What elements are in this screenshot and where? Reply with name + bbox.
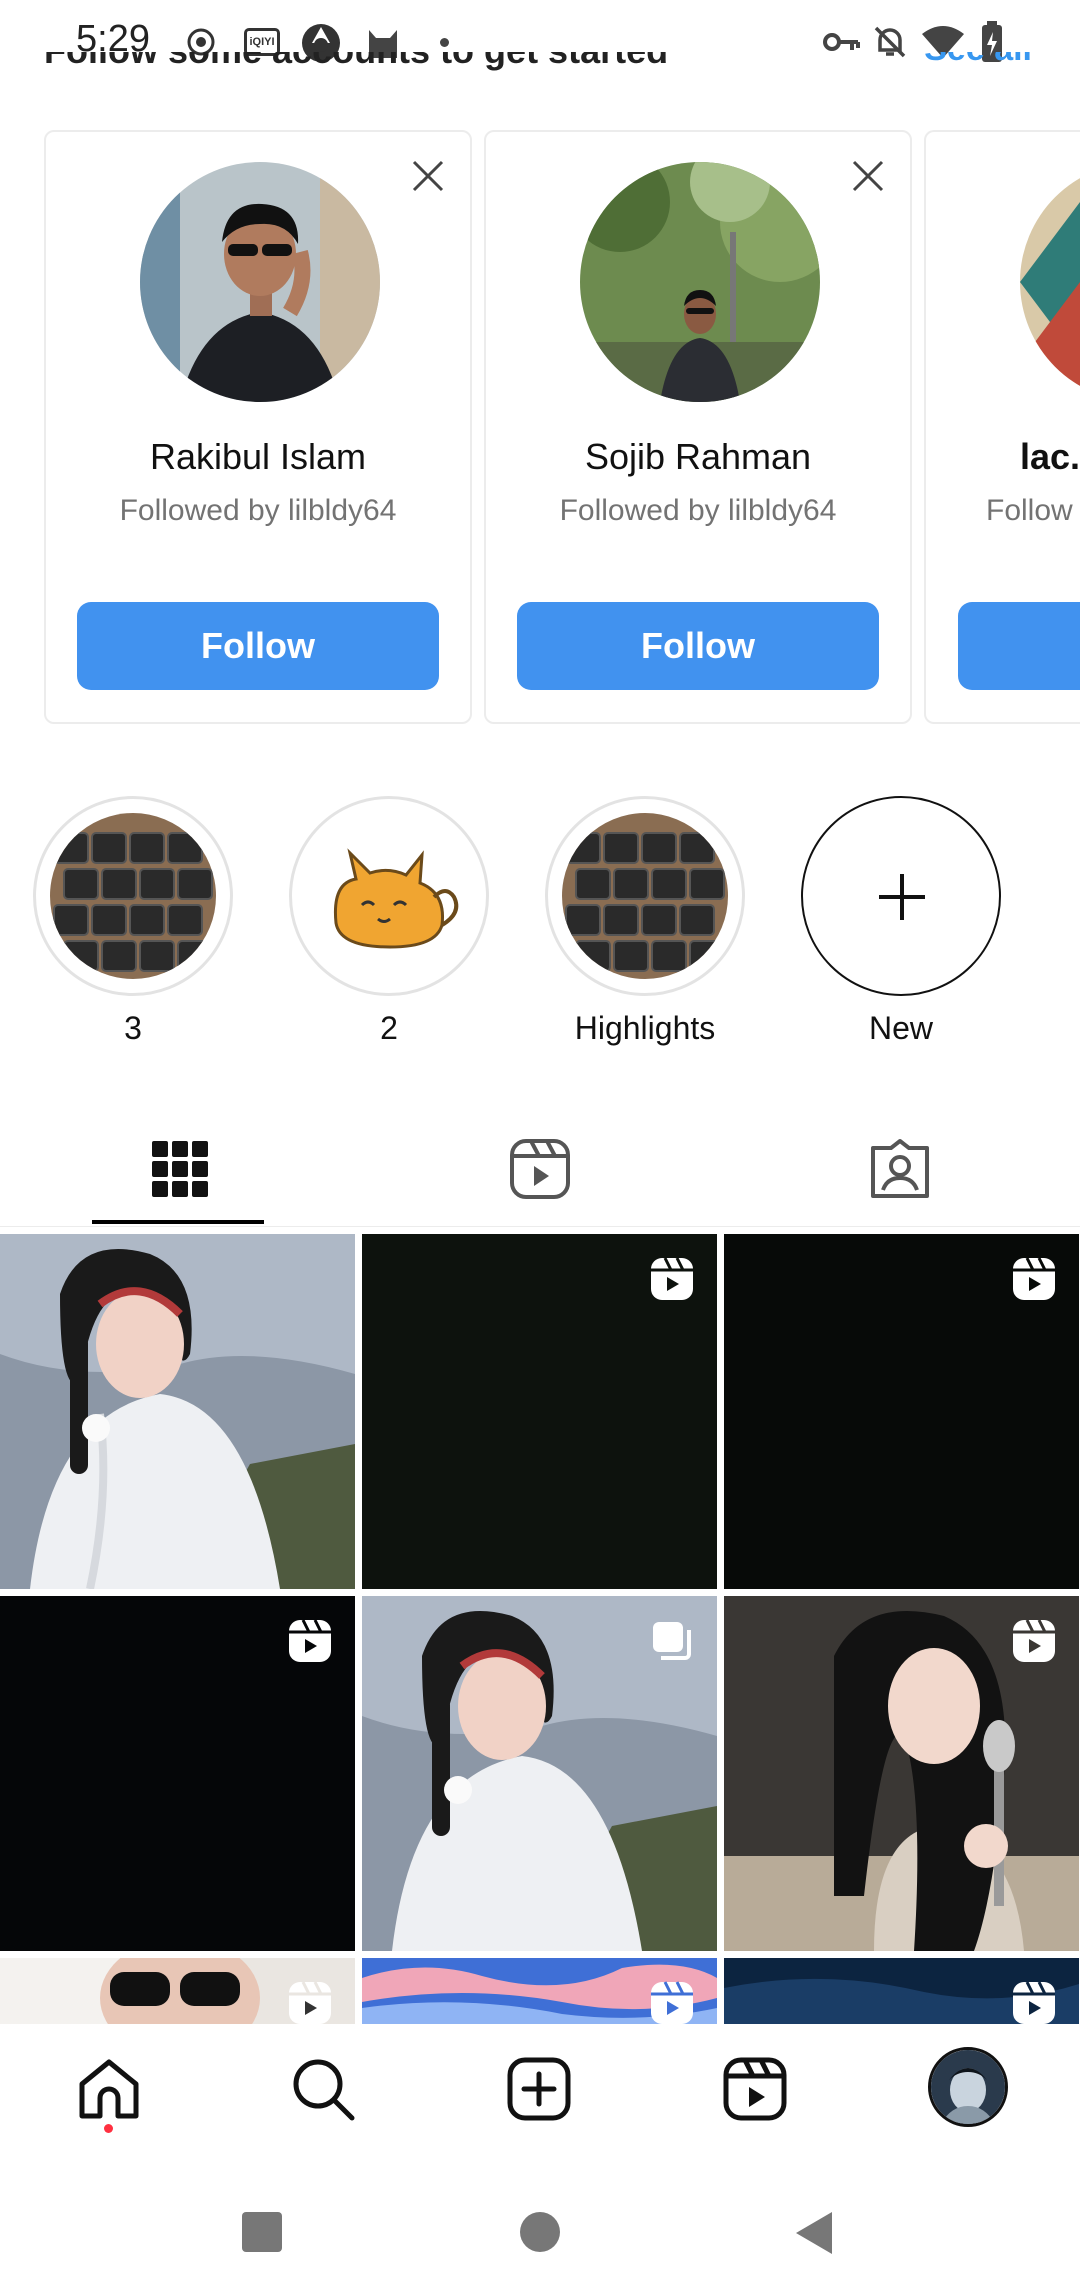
nav-reels[interactable] bbox=[710, 2044, 800, 2134]
nav-profile[interactable] bbox=[925, 2044, 1011, 2130]
post-tile[interactable] bbox=[362, 1596, 717, 1951]
divider bbox=[0, 1226, 1080, 1227]
post-tile[interactable] bbox=[724, 1596, 1079, 1951]
nav-search[interactable] bbox=[278, 2044, 368, 2134]
profile-avatar bbox=[928, 2047, 1008, 2127]
post-tile[interactable] bbox=[724, 1234, 1079, 1589]
tagged-icon bbox=[871, 1139, 929, 1198]
highlight-ring bbox=[289, 796, 489, 996]
home-icon bbox=[79, 2059, 139, 2119]
card-name: Rakibul Islam bbox=[149, 436, 367, 477]
highlight-cover bbox=[562, 813, 728, 979]
close-icon[interactable] bbox=[406, 154, 450, 198]
suggestions-title: Follow some accounts to get started bbox=[44, 52, 668, 72]
nav-home[interactable] bbox=[64, 2044, 154, 2134]
search-icon bbox=[293, 2059, 355, 2121]
follow-button[interactable]: Follow bbox=[77, 602, 439, 690]
highlight-label: 2 bbox=[380, 1010, 398, 1046]
post-tile[interactable] bbox=[362, 1958, 717, 2024]
highlight-cover bbox=[306, 813, 472, 979]
highlight-label: Highlights bbox=[574, 1010, 716, 1046]
highlight-item[interactable]: 2 bbox=[287, 796, 491, 1047]
highlight-label: New bbox=[868, 1010, 933, 1046]
follow-button[interactable]: Follow bbox=[517, 602, 879, 690]
grid-icon bbox=[152, 1141, 208, 1197]
dot-icon bbox=[440, 38, 449, 47]
highlight-label: 3 bbox=[124, 1010, 142, 1046]
new-highlight-button[interactable]: New bbox=[799, 796, 1003, 1047]
close-icon[interactable] bbox=[846, 154, 890, 198]
create-icon bbox=[507, 2057, 571, 2121]
profile-tabs bbox=[0, 1110, 1080, 1228]
highlight-item[interactable]: 3 bbox=[31, 796, 235, 1047]
card-subtitle: Followed by lilbldy64 bbox=[559, 494, 837, 527]
highlight-item[interactable]: Highlights bbox=[543, 796, 747, 1047]
see-all-link[interactable]: See all bbox=[924, 52, 1032, 69]
reel-icon bbox=[289, 1619, 331, 1662]
tab-grid[interactable] bbox=[0, 1110, 360, 1228]
card-subtitle: Followed by lilbldy64 bbox=[119, 494, 397, 527]
card-subtitle: Follow bbox=[986, 494, 1073, 527]
suggestion-card: Sojib Rahman Followed by lilbldy64 Follo… bbox=[484, 130, 912, 724]
suggestions-header: Follow some accounts to get started See … bbox=[44, 52, 1044, 92]
plus-icon bbox=[879, 874, 925, 920]
carousel-icon bbox=[653, 1622, 691, 1660]
reels-icon bbox=[723, 2057, 787, 2121]
post-tile[interactable] bbox=[362, 1234, 717, 1589]
post-tile[interactable] bbox=[0, 1234, 355, 1589]
tab-tagged[interactable] bbox=[720, 1110, 1080, 1228]
highlight-cover bbox=[50, 813, 216, 979]
reel-icon bbox=[1013, 1257, 1055, 1300]
highlight-ring bbox=[801, 796, 1001, 996]
system-nav-bar bbox=[0, 2158, 1080, 2280]
highlight-ring bbox=[33, 796, 233, 996]
back-button[interactable] bbox=[794, 2210, 834, 2256]
post-tile[interactable] bbox=[724, 1958, 1079, 2024]
card-name: Sojib Rahman bbox=[584, 436, 812, 477]
recents-button[interactable] bbox=[242, 2212, 282, 2252]
reel-icon bbox=[1013, 1981, 1055, 2024]
home-button[interactable] bbox=[520, 2212, 560, 2252]
post-tile[interactable] bbox=[0, 1958, 355, 2024]
nav-create[interactable] bbox=[494, 2044, 584, 2134]
notification-dot bbox=[104, 2124, 113, 2133]
reel-icon bbox=[651, 1257, 693, 1300]
post-tile[interactable] bbox=[0, 1596, 355, 1951]
reel-icon bbox=[289, 1981, 331, 2024]
reel-icon bbox=[651, 1981, 693, 2024]
suggestion-card: Rakibul Islam Followed by lilbldy64 Foll… bbox=[44, 130, 472, 724]
tab-reels[interactable] bbox=[360, 1110, 720, 1228]
avatar[interactable] bbox=[140, 162, 380, 402]
active-tab-indicator bbox=[92, 1220, 264, 1224]
avatar[interactable] bbox=[580, 162, 820, 402]
bottom-nav bbox=[0, 2024, 1080, 2158]
reels-icon bbox=[510, 1139, 570, 1199]
follow-button[interactable] bbox=[958, 602, 1080, 690]
highlight-ring bbox=[545, 796, 745, 996]
suggestion-card: lac. Follow bbox=[924, 130, 1080, 724]
reel-icon bbox=[1013, 1619, 1055, 1662]
card-name: lac. bbox=[1020, 436, 1080, 477]
avatar[interactable] bbox=[1020, 162, 1080, 402]
